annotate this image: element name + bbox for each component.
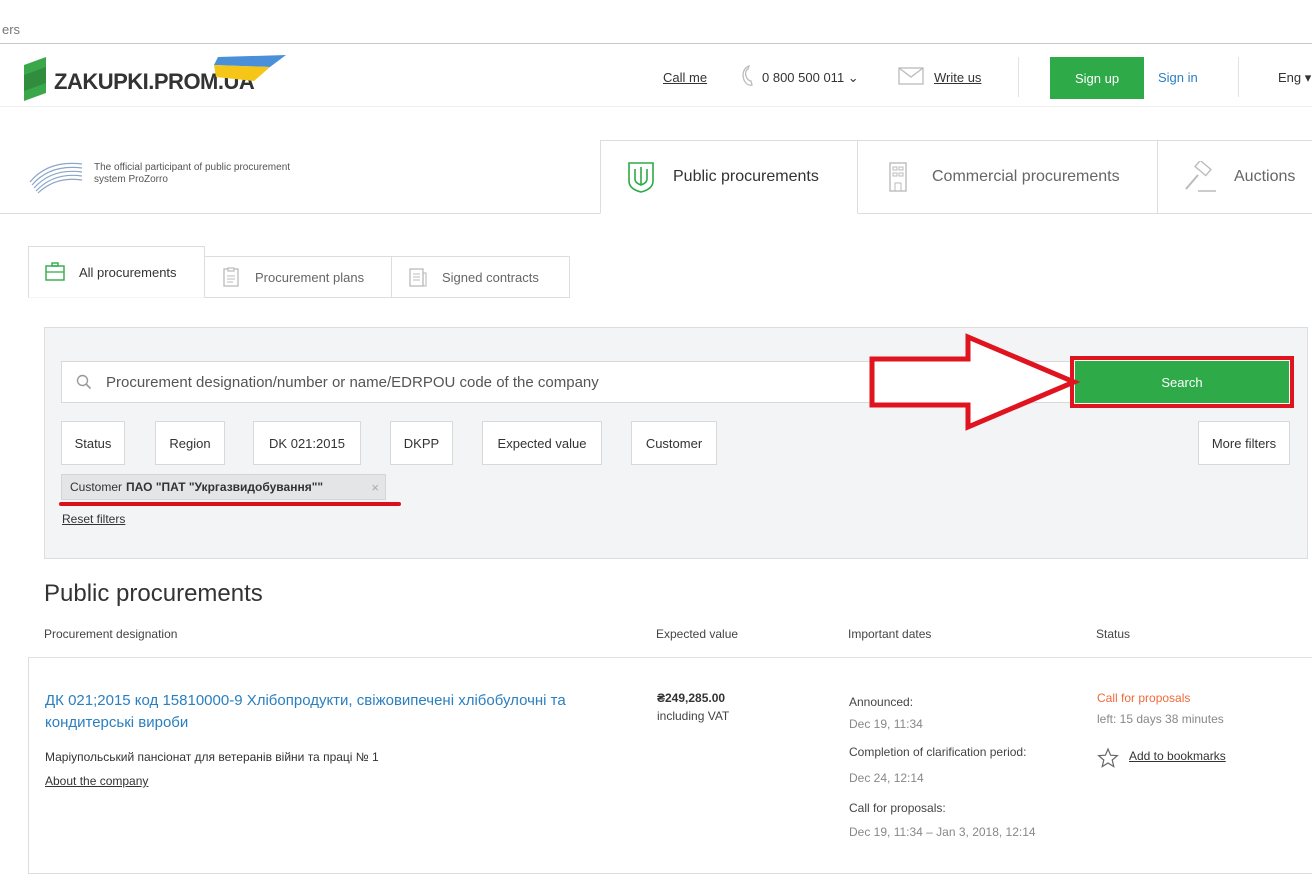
prozorro-logo-icon: [29, 162, 83, 194]
page-title: Public procurements: [44, 580, 263, 607]
phone-icon: [742, 65, 753, 86]
filter-customer-button[interactable]: Customer: [631, 421, 717, 465]
reset-filters-link[interactable]: Reset filters: [62, 512, 125, 526]
building-icon: [889, 162, 907, 192]
table-row: ДК 021;2015 код 15810000-9 Хлібопродукти…: [28, 658, 1312, 874]
about-company-link[interactable]: About the company: [45, 774, 148, 788]
trident-icon: [628, 162, 654, 193]
more-filters-button[interactable]: More filters: [1198, 421, 1290, 465]
time-left: left: 15 days 38 minutes: [1097, 712, 1224, 726]
tab-signed-contracts[interactable]: Signed contracts: [392, 256, 570, 298]
tab-commercial-procurements[interactable]: Commercial procurements: [858, 140, 1158, 214]
flag-ribbon-icon: [214, 55, 286, 81]
clipboard-icon: [223, 267, 239, 287]
chip-prefix: Customer: [70, 480, 123, 494]
date-value: Dec 19, 11:34 – Jan 3, 2018, 12:14: [849, 825, 1036, 839]
write-us-link[interactable]: Write us: [934, 70, 981, 85]
call-me-link[interactable]: Call me: [663, 70, 707, 85]
browser-partial-text: ers: [2, 22, 21, 37]
prozorro-badge: The official participant of public procu…: [0, 140, 600, 214]
site-header: ZAKUPKI.PROM.UA Call me 0 800 500 011 ⌄ …: [0, 45, 1312, 107]
status-badge: Call for proposals: [1097, 691, 1191, 705]
date-label: Announced:: [849, 695, 914, 709]
tab-all-procurements[interactable]: All procurements: [28, 246, 205, 298]
browser-strip: ers: [0, 0, 1312, 44]
tab-procurement-plans[interactable]: Procurement plans: [205, 256, 392, 298]
tab-public-procurements[interactable]: Public procurements: [600, 140, 858, 214]
tab-auctions[interactable]: Auctions: [1158, 140, 1312, 214]
expected-value: ₴249,285.00: [657, 691, 726, 705]
filter-dk021-button[interactable]: DK 021:2015: [253, 421, 361, 465]
sign-in-link[interactable]: Sign in: [1158, 70, 1198, 85]
header-divider: [1238, 57, 1239, 97]
search-button[interactable]: Search: [1070, 356, 1294, 408]
site-logo[interactable]: ZAKUPKI.PROM.UA: [24, 53, 286, 103]
date-value: Dec 24, 12:14: [849, 771, 924, 785]
date-label: Completion of clarification period:: [849, 745, 1027, 759]
sign-up-button[interactable]: Sign up: [1050, 57, 1144, 99]
header-divider: [1018, 57, 1019, 97]
column-header-status: Status: [1096, 627, 1131, 641]
date-value: Dec 19, 11:34: [849, 717, 923, 731]
column-header-expected-value: Expected value: [656, 627, 739, 641]
tab-label: Commercial procurements: [932, 168, 1120, 185]
add-to-bookmarks-link[interactable]: Add to bookmarks: [1129, 749, 1226, 763]
document-icon: [409, 268, 427, 287]
tab-label: Public procurements: [673, 168, 819, 185]
tab-label: Signed contracts: [442, 269, 539, 285]
annotation-underline: [59, 502, 401, 506]
logo-mark-icon: [24, 57, 46, 101]
column-header-designation: Procurement designation: [44, 627, 178, 641]
tabs-baseline: [858, 213, 1312, 214]
filter-region-button[interactable]: Region: [155, 421, 225, 465]
filter-status-button[interactable]: Status: [61, 421, 125, 465]
language-selector[interactable]: Eng ▾: [1278, 70, 1311, 86]
procurement-title-link[interactable]: ДК 021;2015 код 15810000-9 Хлібопродукти…: [45, 690, 645, 734]
filter-dkpp-button[interactable]: DKPP: [390, 421, 453, 465]
star-icon[interactable]: [1097, 747, 1119, 769]
search-icon: [76, 374, 92, 390]
chip-value: ПАО "ПАТ "Укргазвидобування"": [126, 480, 324, 494]
annotation-arrow-icon: [869, 333, 1081, 431]
tab-label: All procurements: [79, 264, 177, 280]
prozorro-official-text: The official participant of public procu…: [94, 162, 291, 185]
vat-note: including VAT: [657, 709, 730, 723]
date-label: Call for proposals:: [849, 801, 946, 815]
column-header-important-dates: Important dates: [848, 627, 932, 641]
filter-panel: Search Status Region DK 021:2015 DKPP Ex…: [44, 327, 1308, 559]
active-filter-chip: Customer ПАО "ПАТ "Укргазвидобування"" ×: [61, 474, 386, 500]
briefcase-icon: [45, 262, 65, 281]
close-icon[interactable]: ×: [371, 480, 379, 495]
tab-label: Auctions: [1234, 168, 1296, 185]
gavel-icon: [1185, 161, 1216, 192]
mail-icon: [898, 67, 924, 85]
filter-expected-value-button[interactable]: Expected value: [482, 421, 602, 465]
phone-number[interactable]: 0 800 500 011 ⌄: [762, 70, 859, 86]
tab-label: Procurement plans: [255, 269, 365, 285]
procurement-customer: Маріупольський пансіонат для ветеранів в…: [45, 750, 379, 764]
